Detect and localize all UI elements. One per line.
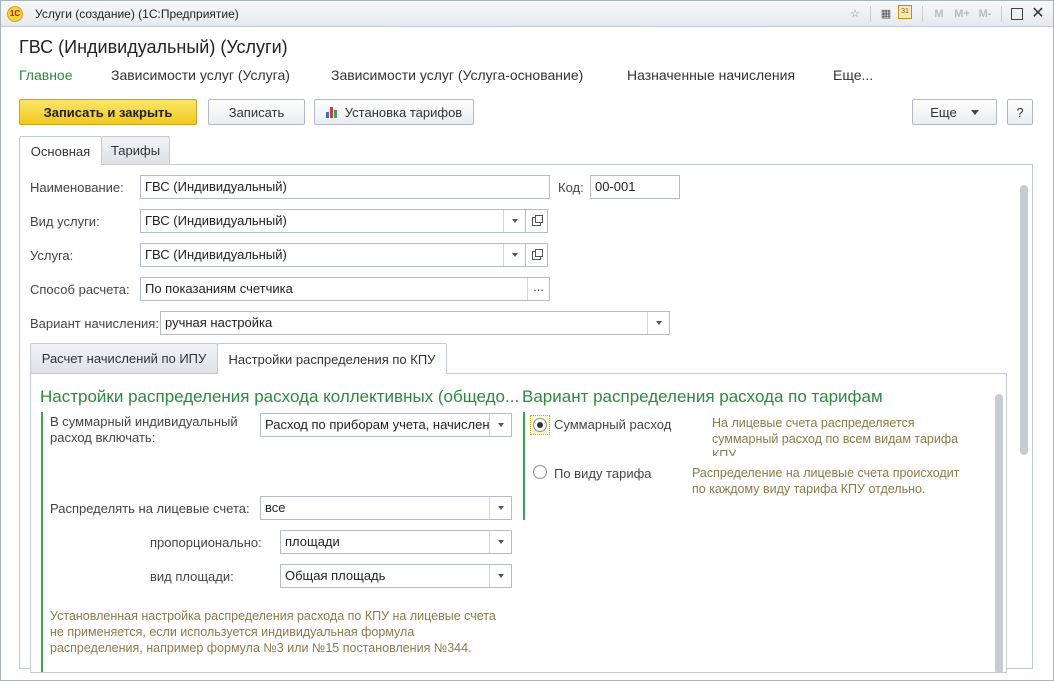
tab-ipu-charges[interactable]: Расчет начислений по ИПУ (30, 343, 218, 373)
radio-total-consumption-label[interactable]: Суммарный расход (554, 417, 671, 432)
proportional-label: пропорционально: (150, 535, 262, 550)
code-label: Код: (558, 180, 584, 195)
include-value: Расход по приборам учета, начислен (265, 417, 490, 432)
service-type-label: Вид услуги: (30, 214, 100, 229)
set-tariffs-button[interactable]: Установка тарифов (314, 99, 474, 125)
close-icon[interactable]: ✕ (1029, 5, 1047, 23)
kpu-group-title: Настройки распределения расхода коллекти… (40, 387, 520, 406)
distribute-select[interactable]: все (260, 496, 512, 520)
include-label-line2: расход включать: (50, 430, 156, 445)
proportional-value: площади (285, 534, 340, 549)
note-line1: Установленная настройка распределения ра… (50, 609, 496, 623)
more-label: Еще (930, 104, 957, 120)
title-bar-controls: ☆ ▦ 31 M M+ M- ✕ (846, 5, 1047, 23)
charge-variant-label: Вариант начисления: (30, 316, 159, 331)
main-scrollbar[interactable] (1020, 185, 1028, 455)
app-logo-icon: 1С (7, 6, 23, 22)
chevron-down-icon[interactable] (503, 210, 525, 232)
select-dots-button[interactable]: ... (527, 278, 549, 300)
service-type-value: ГВС (Индивидуальный) (145, 213, 287, 228)
main-tab-panel: Наименование: ГВС (Индивидуальный) Код: … (19, 164, 1033, 673)
radio-total-consumption[interactable] (533, 418, 547, 432)
nav-assigned-charges[interactable]: Назначенные начисления (627, 67, 795, 83)
calc-method-label: Способ расчета: (30, 282, 130, 297)
opt1-hint-line3: КПУ (712, 448, 737, 456)
name-label: Наименование: (30, 180, 124, 195)
radio-by-tariff-type-label[interactable]: По виду тарифа (554, 466, 652, 481)
kpu-settings-panel: Настройки распределения расхода коллекти… (30, 373, 1007, 673)
help-button[interactable]: ? (1007, 99, 1033, 125)
favorite-star-icon[interactable]: ☆ (846, 5, 864, 23)
memory-minus-button[interactable]: M- (975, 5, 995, 23)
code-input[interactable]: 00-001 (590, 175, 680, 199)
opt2-hint-line2: по каждому виду тарифа КПУ отдельно. (692, 482, 926, 496)
group-left-border (41, 412, 43, 672)
separator (1001, 6, 1002, 22)
distribute-label: Распределять на лицевые счета: (50, 501, 250, 516)
form-title: ГВС (Индивидуальный) (Услуги) (19, 37, 288, 57)
title-bar: 1С Услуги (создание) (1С:Предприятие) ☆ … (1, 1, 1053, 27)
open-service-type-button[interactable] (526, 209, 548, 233)
note-line2: не применяется, если используется индиви… (50, 625, 415, 639)
chevron-down-icon[interactable] (489, 497, 511, 519)
include-select[interactable]: Расход по приборам учета, начислен (260, 413, 512, 437)
tab-main[interactable]: Основная (19, 136, 102, 165)
charge-variant-select[interactable]: ручная настройка (160, 311, 670, 335)
name-input[interactable]: ГВС (Индивидуальный) (140, 175, 550, 199)
save-and-close-button[interactable]: Записать и закрыть (19, 99, 197, 125)
service-label: Услуга: (30, 248, 74, 263)
chart-icon (325, 106, 340, 118)
window: 1С Услуги (создание) (1С:Предприятие) ☆ … (0, 0, 1054, 681)
right-group-border (523, 412, 525, 520)
separator (870, 6, 871, 22)
nav-service-dependencies[interactable]: Зависимости услуг (Услуга) (111, 67, 290, 83)
radio-by-tariff-type[interactable] (533, 465, 547, 479)
chevron-down-icon[interactable] (489, 414, 511, 436)
chevron-down-icon[interactable] (503, 244, 525, 266)
proportional-select[interactable]: площади (280, 530, 512, 554)
more-button[interactable]: Еще (912, 99, 997, 125)
service-select[interactable]: ГВС (Индивидуальный) (140, 243, 526, 267)
opt1-hint-line2: суммарный расход по всем видам тарифа (712, 432, 959, 446)
calendar-icon[interactable]: 31 (898, 5, 916, 23)
nav-service-dependencies-base[interactable]: Зависимости услуг (Услуга-основание) (331, 67, 583, 83)
kpu-scrollbar[interactable] (995, 394, 1003, 672)
area-type-select[interactable]: Общая площадь (280, 564, 512, 588)
calc-method-select[interactable]: По показаниям счетчика ... (140, 277, 550, 301)
save-button[interactable]: Записать (208, 99, 305, 125)
open-window-icon (532, 248, 543, 260)
separator (922, 6, 923, 22)
calculator-icon[interactable]: ▦ (877, 5, 895, 23)
opt1-hint-line1: На лицевые счета распределяется (712, 416, 915, 430)
set-tariffs-label: Установка тарифов (344, 104, 463, 120)
chevron-down-icon[interactable] (489, 531, 511, 553)
open-window-icon (532, 214, 543, 226)
chevron-down-icon[interactable] (489, 565, 511, 587)
charge-variant-value: ручная настройка (165, 315, 273, 330)
maximize-icon[interactable] (1008, 5, 1026, 23)
area-type-value: Общая площадь (285, 568, 386, 583)
open-service-button[interactable] (526, 243, 548, 267)
chevron-down-icon[interactable] (647, 312, 669, 334)
tab-kpu-settings[interactable]: Настройки распределения по КПУ (217, 343, 447, 374)
tariff-distribution-title: Вариант распределения расхода по тарифам (522, 387, 883, 406)
area-type-label: вид площади: (150, 569, 234, 584)
distribute-value: все (265, 500, 286, 515)
window-title: Услуги (создание) (1С:Предприятие) (35, 7, 239, 21)
memory-plus-button[interactable]: M+ (952, 5, 972, 23)
service-type-select[interactable]: ГВС (Индивидуальный) (140, 209, 526, 233)
nav-more[interactable]: Еще... (833, 67, 873, 83)
note-line3: распределения, например формула №3 или №… (50, 641, 472, 655)
chevron-down-icon (970, 109, 979, 115)
opt2-hint-line1: Распределение на лицевые счета происходи… (692, 466, 960, 480)
memory-button[interactable]: M (929, 5, 949, 23)
tab-tariffs[interactable]: Тарифы (101, 136, 170, 164)
nav-main[interactable]: Главное (19, 67, 73, 83)
service-value: ГВС (Индивидуальный) (145, 247, 287, 262)
calc-method-value: По показаниям счетчика (145, 281, 293, 296)
include-label-line1: В суммарный индивидуальный (50, 414, 238, 429)
